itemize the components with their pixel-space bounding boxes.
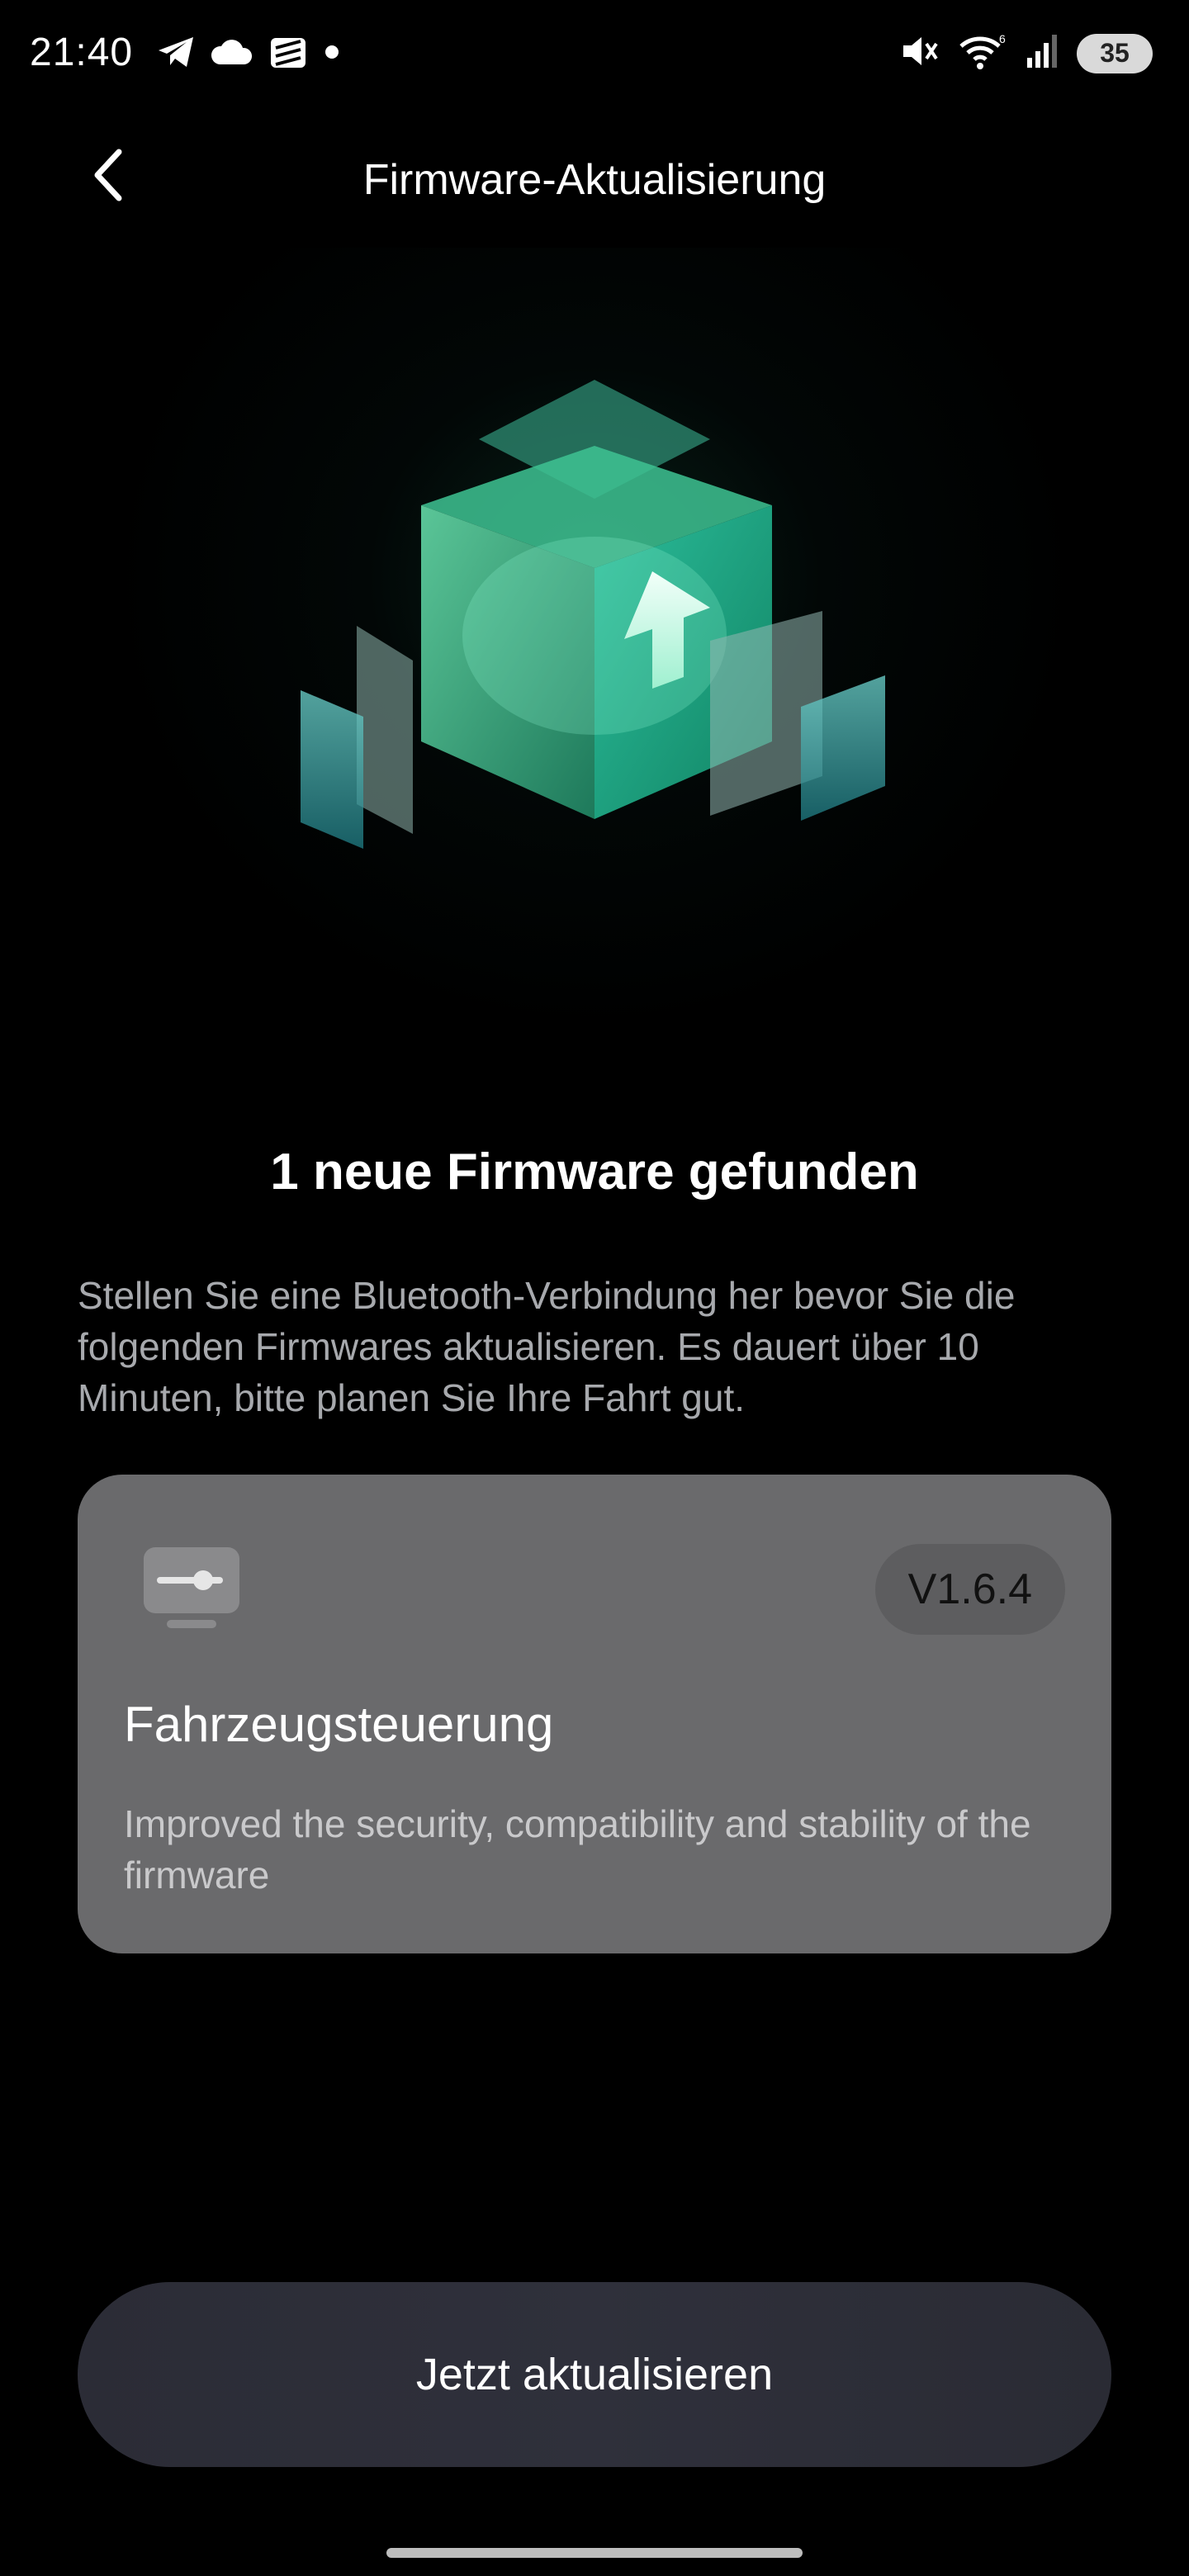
status-bar: 21:40 6 35 [0, 0, 1189, 116]
svg-text:6: 6 [999, 32, 1006, 45]
firmware-title: Fahrzeugsteuerung [124, 1697, 554, 1752]
cloud-icon [210, 38, 253, 70]
battery-icon: 35 [1077, 33, 1153, 73]
update-description: Stellen Sie eine Bluetooth-Verbindung he… [78, 1274, 1016, 1419]
vehicle-control-icon [140, 1544, 243, 1635]
firmware-description: Improved the security, compatibility and… [124, 1802, 1031, 1896]
app-icon [268, 33, 309, 75]
dot-icon [324, 44, 340, 64]
mute-icon [900, 32, 938, 74]
header: Firmware-Aktualisierung [0, 132, 1189, 223]
version-badge: V1.6.4 [874, 1544, 1065, 1635]
home-indicator[interactable] [386, 2548, 803, 2558]
status-right-icons: 6 35 [900, 31, 1153, 75]
page-title: Firmware-Aktualisierung [362, 156, 827, 204]
firmware-card[interactable]: V1.6.4 Fahrzeugsteuerung Improved the se… [78, 1475, 1111, 1953]
signal-icon [1026, 33, 1059, 73]
update-now-button[interactable]: Jetzt aktualisieren [78, 2282, 1111, 2467]
firmware-found-heading: 1 neue Firmware gefunden [270, 1144, 919, 1200]
telegram-icon [157, 36, 195, 73]
status-time: 21:40 [30, 31, 134, 74]
wifi-icon: 6 [956, 31, 1007, 75]
hero-illustration [66, 248, 1123, 1073]
firmware-cube-upgrade-illustration [301, 380, 885, 849]
status-left-icons [157, 33, 340, 75]
